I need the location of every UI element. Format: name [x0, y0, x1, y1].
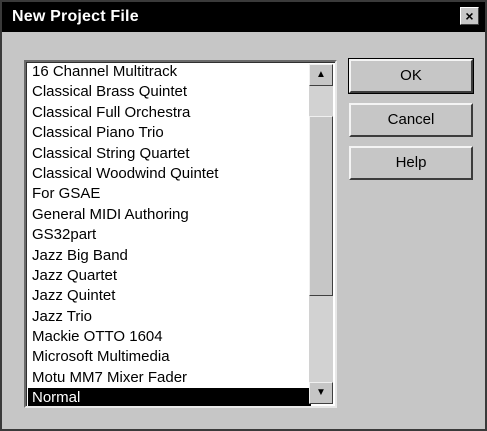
arrow-down-icon: ▼: [316, 387, 326, 398]
new-project-file-dialog: New Project File × 16 Channel Multitrack…: [0, 0, 487, 431]
arrow-up-icon: ▲: [316, 69, 326, 80]
scroll-up-button[interactable]: ▲: [309, 64, 333, 86]
list-item[interactable]: Classical Piano Trio: [28, 123, 311, 143]
list-item[interactable]: Mackie OTTO 1604: [28, 327, 311, 347]
scroll-thumb[interactable]: [309, 116, 333, 296]
template-listbox[interactable]: 16 Channel Multitrack Classical Brass Qui…: [24, 60, 337, 408]
list-item[interactable]: Classical Woodwind Quintet: [28, 164, 311, 184]
list-item[interactable]: Jazz Quartet: [28, 266, 311, 286]
close-button[interactable]: ×: [460, 7, 479, 25]
list-item[interactable]: Classical Full Orchestra: [28, 103, 311, 123]
list-item[interactable]: Jazz Trio: [28, 307, 311, 327]
template-list: 16 Channel Multitrack Classical Brass Qui…: [28, 62, 311, 406]
list-item[interactable]: Microsoft Multimedia: [28, 347, 311, 367]
ok-button[interactable]: OK: [348, 58, 474, 94]
list-item[interactable]: Jazz Quintet: [28, 286, 311, 306]
list-item[interactable]: Normal: [28, 388, 311, 406]
scroll-down-button[interactable]: ▼: [309, 382, 333, 404]
title-bar[interactable]: New Project File ×: [2, 2, 485, 32]
cancel-button[interactable]: Cancel: [349, 103, 473, 137]
list-item[interactable]: 16 Channel Multitrack: [28, 62, 311, 82]
list-item[interactable]: Motu MM7 Mixer Fader: [28, 368, 311, 388]
list-item[interactable]: General MIDI Authoring: [28, 205, 311, 225]
list-item[interactable]: Jazz Big Band: [28, 246, 311, 266]
list-item[interactable]: GS32part: [28, 225, 311, 245]
list-item[interactable]: Classical Brass Quintet: [28, 82, 311, 102]
list-item[interactable]: For GSAE: [28, 184, 311, 204]
dialog-title: New Project File: [12, 8, 139, 25]
list-item[interactable]: Classical String Quartet: [28, 144, 311, 164]
help-button[interactable]: Help: [349, 146, 473, 180]
close-icon: ×: [465, 8, 474, 24]
vertical-scrollbar[interactable]: ▲ ▼: [309, 64, 333, 404]
